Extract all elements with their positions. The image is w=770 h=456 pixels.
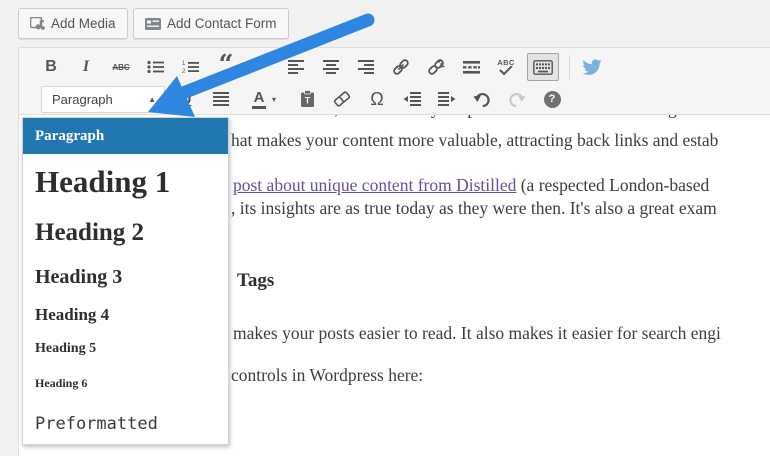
eraser-icon xyxy=(332,90,352,108)
text-color-button[interactable]: A ▾ xyxy=(242,86,286,112)
text-color-icon: A xyxy=(252,90,266,109)
insert-link-button[interactable] xyxy=(387,54,415,80)
svg-text:2: 2 xyxy=(182,69,186,74)
twitter-bird-icon xyxy=(582,59,602,76)
redo-button[interactable] xyxy=(503,86,531,112)
align-center-icon xyxy=(323,60,339,74)
align-left-button[interactable] xyxy=(282,54,310,80)
paste-text-icon: T xyxy=(299,90,316,108)
paste-as-text-button[interactable]: T xyxy=(293,86,321,112)
bold-button[interactable]: B xyxy=(37,54,65,80)
numbered-list-button[interactable]: 12 xyxy=(177,54,205,80)
keyboard-icon xyxy=(533,60,553,75)
content-line: , its insights are as true today as they… xyxy=(231,198,717,219)
underline-icon: U xyxy=(181,91,192,108)
link-icon xyxy=(391,57,411,77)
add-media-label: Add Media xyxy=(51,16,116,31)
format-option-heading2[interactable]: Heading 2 xyxy=(23,210,228,256)
format-option-heading1[interactable]: Heading 1 xyxy=(23,154,228,210)
content-line-with-link: post about unique content from Distilled… xyxy=(233,175,709,196)
editor-toolbar: B I ABC 12 “ xyxy=(18,47,770,115)
underline-button[interactable]: U xyxy=(172,86,200,112)
chevron-down-icon: ▾ xyxy=(272,95,276,104)
indent-icon xyxy=(438,92,456,106)
svg-text:T: T xyxy=(304,96,310,106)
align-left-icon xyxy=(288,60,304,74)
svg-text:1: 1 xyxy=(182,61,186,67)
spellcheck-icon: ABC xyxy=(497,59,514,76)
format-select[interactable]: Paragraph ▲ xyxy=(41,86,165,113)
media-icon xyxy=(30,17,45,31)
content-line: controls in Wordpress here: xyxy=(231,365,423,386)
read-more-icon xyxy=(463,61,480,74)
blockquote-icon: “ xyxy=(219,60,234,74)
italic-button[interactable]: I xyxy=(72,54,100,80)
remove-link-button[interactable] xyxy=(422,54,450,80)
unlink-icon xyxy=(426,57,446,77)
format-option-heading6[interactable]: Heading 6 xyxy=(23,366,228,401)
content-line: makes your posts easier to read. It also… xyxy=(233,323,721,344)
bullet-list-icon xyxy=(147,60,165,74)
undo-button[interactable] xyxy=(468,86,496,112)
format-select-value: Paragraph xyxy=(52,92,148,107)
toolbar-separator xyxy=(569,55,570,79)
special-character-button[interactable]: Ω xyxy=(363,86,391,112)
content-line-rest: (a respected London-based xyxy=(516,175,709,195)
add-contact-form-button[interactable]: Add Contact Form xyxy=(133,8,289,39)
format-option-preformatted[interactable]: Preformatted xyxy=(23,401,228,446)
strikethrough-icon: ABC xyxy=(112,63,129,72)
align-center-button[interactable] xyxy=(317,54,345,80)
clear-formatting-button[interactable] xyxy=(328,86,356,112)
format-dropdown-menu: Paragraph Heading 1 Heading 2 Heading 3 … xyxy=(22,117,229,445)
distilled-link[interactable]: post about unique content from Distilled xyxy=(233,175,516,195)
blockquote-button[interactable]: “ xyxy=(212,54,240,80)
read-more-button[interactable] xyxy=(457,54,485,80)
format-option-heading5[interactable]: Heading 5 xyxy=(23,332,228,366)
align-right-icon xyxy=(358,60,374,74)
align-justify-button[interactable] xyxy=(207,86,235,112)
italic-icon: I xyxy=(83,58,89,76)
chevron-up-icon: ▲ xyxy=(148,95,156,104)
format-option-paragraph[interactable]: Paragraph xyxy=(23,118,228,154)
editor-header-area: Add Media Add Contact Form xyxy=(18,0,770,47)
spellcheck-button[interactable]: ABC xyxy=(492,54,520,80)
format-option-heading4[interactable]: Heading 4 xyxy=(23,298,228,332)
undo-icon xyxy=(473,91,491,107)
bold-icon: B xyxy=(45,58,57,76)
omega-icon: Ω xyxy=(370,89,383,110)
toolbar-row-1: B I ABC 12 “ xyxy=(19,52,770,82)
wordpress-editor-screenshot: Add Media Add Contact Form B I ABC 12 “ xyxy=(0,0,770,456)
bullet-list-button[interactable] xyxy=(142,54,170,80)
contact-form-icon xyxy=(145,18,161,30)
align-justify-icon xyxy=(213,92,229,106)
add-contact-form-label: Add Contact Form xyxy=(167,16,277,31)
strikethrough-button[interactable]: ABC xyxy=(107,54,135,80)
toolbar-toggle-button[interactable] xyxy=(527,53,559,81)
indent-button[interactable] xyxy=(433,86,461,112)
add-media-button[interactable]: Add Media xyxy=(18,8,128,39)
toolbar-row-2: Paragraph ▲ U A ▾ T Ω xyxy=(19,84,770,114)
numbered-list-icon: 12 xyxy=(182,60,200,74)
format-option-heading3[interactable]: Heading 3 xyxy=(23,256,228,298)
content-heading-tags: Tags xyxy=(237,270,274,292)
help-icon: ? xyxy=(544,91,561,108)
content-line: hat makes your content more valuable, at… xyxy=(231,130,718,151)
outdent-icon xyxy=(403,92,421,106)
align-right-button[interactable] xyxy=(352,54,380,80)
help-button[interactable]: ? xyxy=(538,86,566,112)
twitter-share-button[interactable] xyxy=(578,54,606,80)
outdent-button[interactable] xyxy=(398,86,426,112)
redo-icon xyxy=(508,91,526,107)
